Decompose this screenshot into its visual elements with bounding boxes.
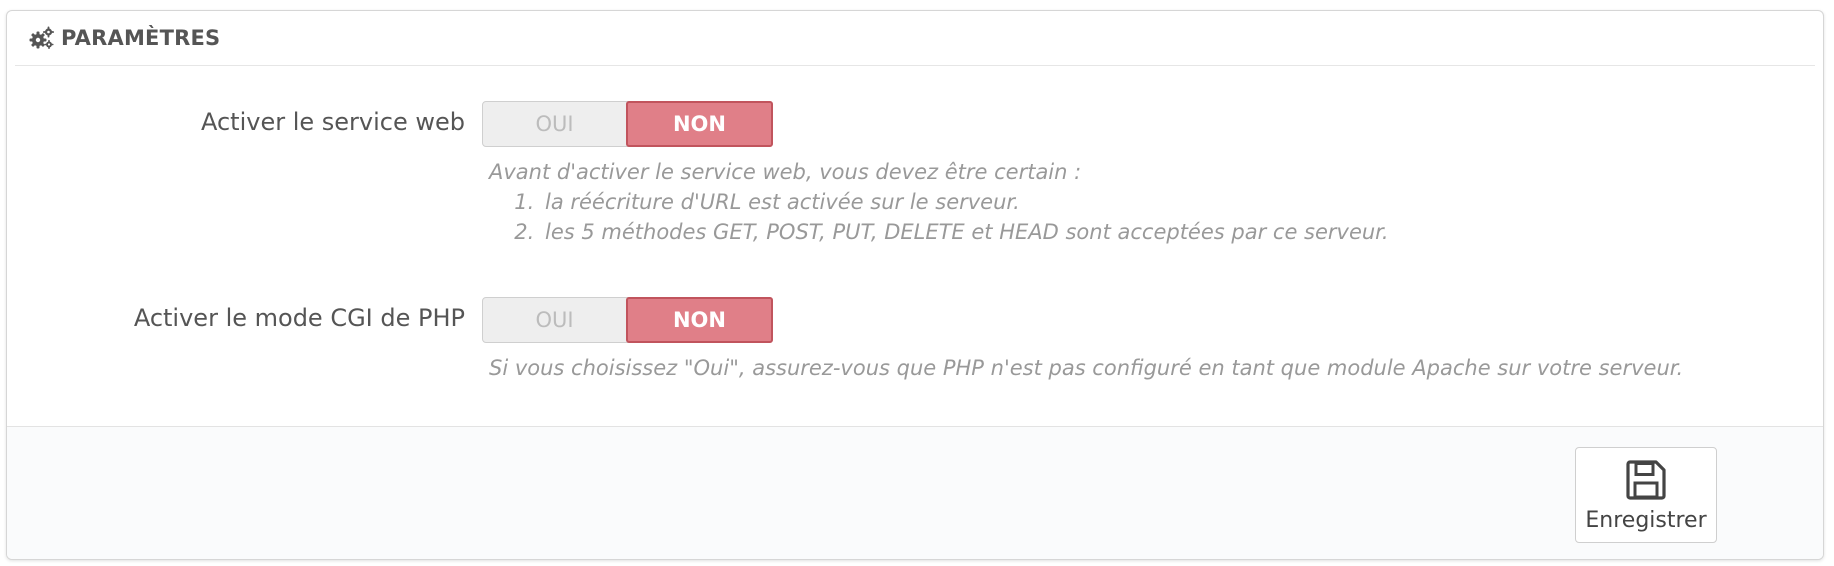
save-button[interactable]: Enregistrer (1575, 447, 1717, 543)
cgi-switch-yes[interactable]: OUI (483, 298, 626, 342)
webservice-switch-no[interactable]: NON (626, 101, 773, 147)
cgi-label: Activer le mode CGI de PHP (133, 304, 465, 332)
webservice-help-item: la réécriture d'URL est activée sur le s… (541, 187, 1389, 217)
panel-heading: PARAMÈTRES (15, 11, 1815, 66)
webservice-help: Avant d'activer le service web, vous dev… (489, 157, 1389, 247)
cgi-switch-no[interactable]: NON (626, 297, 773, 343)
cgi-help: Si vous choisissez "Oui", assurez-vous q… (489, 356, 1684, 380)
cgi-switch: OUI NON (482, 297, 773, 343)
webservice-help-intro: Avant d'activer le service web, vous dev… (489, 160, 1082, 184)
settings-panel: PARAMÈTRES Activer le service web OUI NO… (6, 10, 1824, 560)
panel-footer: Enregistrer (7, 426, 1823, 559)
webservice-switch-yes[interactable]: OUI (483, 102, 626, 146)
webservice-help-list: la réécriture d'URL est activée sur le s… (489, 187, 1389, 247)
floppy-disk-icon (1626, 459, 1666, 500)
webservice-help-item: les 5 méthodes GET, POST, PUT, DELETE et… (541, 217, 1389, 247)
panel-title: PARAMÈTRES (61, 26, 221, 50)
webservice-switch: OUI NON (482, 101, 773, 147)
save-button-label: Enregistrer (1585, 507, 1707, 533)
gears-icon (29, 26, 54, 49)
webservice-label: Activer le service web (200, 108, 465, 136)
